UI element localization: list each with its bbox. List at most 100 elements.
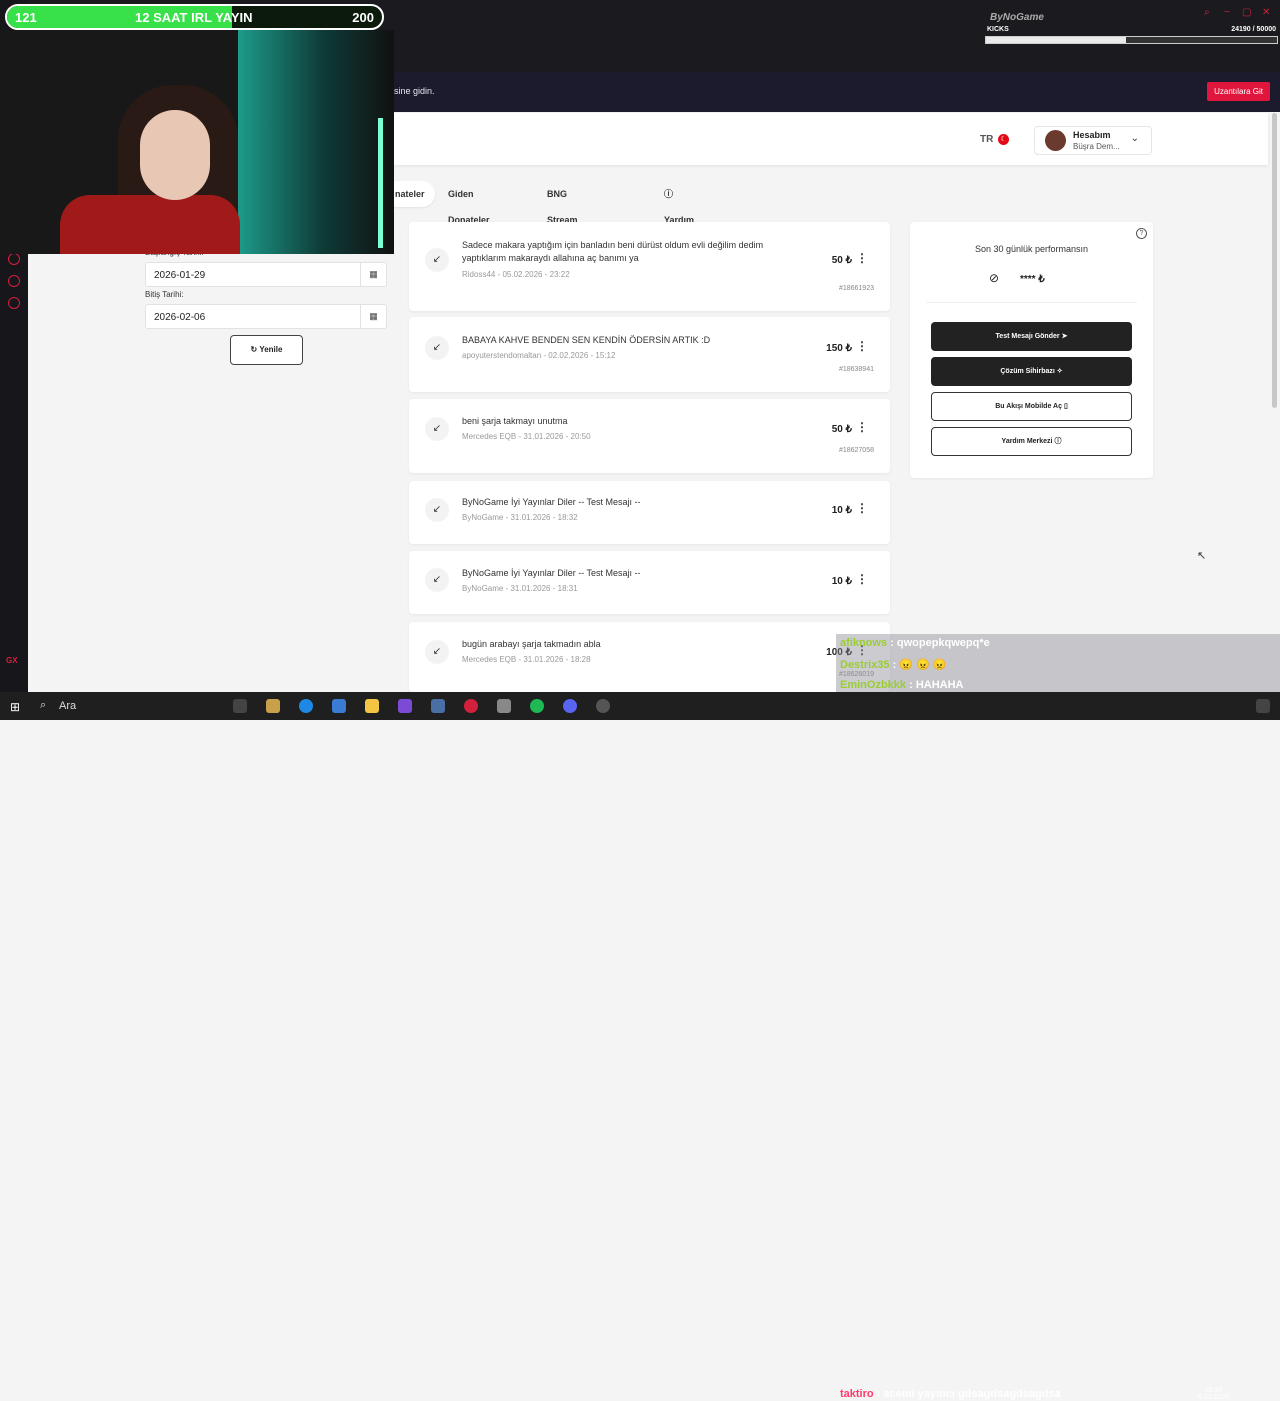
open-on-mobile-button[interactable]: Bu Akışı Mobilde Aç ▯ [931,392,1132,421]
account-menu[interactable]: Hesabım Büşra Dem... ⌄ [1034,126,1152,155]
clock-time: 02:30 [1204,1387,1223,1394]
performance-title: Son 30 günlük performansın [974,244,1089,254]
end-date-value: 2026-02-06 [154,312,206,323]
tab-outgoing-donations[interactable]: Giden Donateler [438,181,500,225]
more-options-icon[interactable]: ⋮ [856,420,868,434]
history-icon[interactable] [8,253,20,265]
tab-stream-settings[interactable]: BNG Stream Ayarları [537,181,590,251]
incoming-arrow-icon: ↙ [425,417,449,441]
obs-icon[interactable] [596,699,610,713]
help-icon[interactable]: ? [1136,228,1147,239]
kicks-bar [985,36,1278,44]
donation-card[interactable]: ↙ beni şarja takmayı unutma Mercedes EQB… [409,399,890,473]
calendar-icon[interactable]: ▦ [360,305,386,328]
settings-icon[interactable] [8,297,20,309]
help-circle-icon: ⓘ [664,189,674,199]
clock-date: 6.02.2026 [1198,1394,1230,1401]
taskbar: ⊞ ⌕ Ara taktiro : acemi yayıncı gdsagdsa… [0,692,1280,1401]
goal-title: 12 SAAT IRL YAYIN [135,10,253,25]
donation-card[interactable]: ↙ ByNoGame İyi Yayınlar Diler -- Test Me… [409,481,890,544]
brand-logo: ByNoGame [990,12,1044,23]
donation-message: bugün arabayı şarja takmadın abla [462,639,601,649]
gx-icon: GX [6,656,18,665]
hidden-earnings: **** ₺ [1020,274,1045,285]
button-label: Test Mesajı Gönder [995,333,1060,340]
eye-off-icon[interactable]: ⊘ [989,271,999,285]
app-icon[interactable] [431,699,445,713]
task-view-icon[interactable] [233,699,247,713]
incoming-arrow-icon: ↙ [425,336,449,360]
refresh-icon: ↻ [250,345,260,354]
mouse-cursor-icon: ↖ [1197,550,1207,562]
button-label: Bu Akışı Mobilde Aç [995,403,1062,410]
more-options-icon[interactable]: ⋮ [856,572,868,586]
notification-icon[interactable] [1256,699,1270,713]
windows-start-icon[interactable]: ⊞ [10,700,20,714]
folder-icon[interactable] [365,699,379,713]
donation-meta: apoyuterstendomaltan - 02.02.2026 - 15:1… [462,351,616,360]
app-icon[interactable] [497,699,511,713]
emote-icon: 😠 😠 😠 [899,659,947,671]
donation-amount: 10 ₺ [831,505,852,516]
donation-meta: ByNoGame - 31.01.2026 - 18:31 [462,584,578,593]
opera-gx-icon[interactable] [464,699,478,713]
streamer-coat [60,195,240,254]
minimize-icon[interactable]: − [1224,7,1230,18]
donation-id: #18627058 [838,447,874,454]
incoming-arrow-icon: ↙ [425,568,449,592]
page-scrollbar[interactable] [1272,113,1277,408]
chat-overlay: afiknows : qwopepkqwepq*e Destrix35 : 😠 … [836,634,1280,692]
tab-help-center[interactable]: ⓘ Yardım Merkezi [654,181,707,251]
donation-card[interactable]: ↙ ByNoGame İyi Yayınlar Diler -- Test Me… [409,551,890,614]
close-icon[interactable]: ✕ [1262,7,1270,18]
help-circle-icon: ⓘ [1054,438,1062,445]
tab-label: Giden Donateler [448,189,490,225]
discord-icon[interactable] [563,699,577,713]
donation-card[interactable]: ↙ Sadece makara yaptığım için banladın b… [409,222,890,311]
league-icon[interactable] [266,699,280,713]
system-clock[interactable]: 02:30 6.02.2026 [1198,1387,1229,1401]
donation-amount: 150 ₺ [826,343,852,354]
extensions-button[interactable]: Uzantılara Git [1207,82,1270,101]
account-title: Hesabım [1073,130,1111,140]
maximize-icon[interactable]: ▢ [1242,7,1251,18]
taskbar-search[interactable]: ⌕ Ara [38,692,224,720]
donation-meta: Mercedes EQB - 31.01.2026 - 18:28 [462,655,591,664]
refresh-label: Yenile [259,345,283,354]
webcam-feed [0,30,394,254]
kicks-label: KICKS [987,26,1009,33]
refresh-button[interactable]: ↻ Yenile [230,335,303,365]
send-test-message-button[interactable]: Test Mesajı Gönder ➤ [931,322,1132,351]
chat-icon[interactable] [8,275,20,287]
divider [926,302,1137,303]
office-icon[interactable] [398,699,412,713]
store-icon[interactable] [332,699,346,713]
solution-wizard-button[interactable]: Çözüm Sihirbazı ✧ [931,357,1132,386]
help-center-button[interactable]: Yardım Merkezi ⓘ [931,427,1132,456]
button-label: Çözüm Sihirbazı [1000,368,1055,375]
performance-panel: ? Son 30 günlük performansın ⊘ **** ₺ Te… [910,222,1153,478]
edge-icon[interactable] [299,699,313,713]
spotify-icon[interactable] [530,699,544,713]
more-options-icon[interactable]: ⋮ [856,501,868,515]
donation-amount: 50 ₺ [831,424,852,435]
stream-goal-bar: 121 12 SAAT IRL YAYIN 200 [5,4,384,30]
donation-amount: 50 ₺ [831,255,852,266]
donation-id: #18638941 [838,366,874,373]
more-options-icon[interactable]: ⋮ [856,251,868,265]
streamer-face [140,110,210,200]
donation-card[interactable]: ↙ BABAYA KAHVE BENDEN SEN KENDİN ÖDERSİN… [409,317,890,392]
end-date-field[interactable]: 2026-02-06 ▦ [145,304,387,329]
language-selector[interactable]: TR [980,134,993,145]
incoming-arrow-icon: ↙ [425,248,449,272]
taskbar-chat-message: taktiro : acemi yayıncı gdsagdsagdsagdsa [840,1388,1061,1400]
start-date-field[interactable]: 2026-01-29 ▦ [145,262,387,287]
donation-card[interactable]: ↙ bugün arabayı şarja takmadın abla Merc… [409,622,890,692]
donation-message: ByNoGame İyi Yayınlar Diler -- Test Mesa… [462,497,641,507]
search-icon[interactable]: ⌕ [1204,7,1210,18]
button-label: Yardım Merkezi [1001,438,1053,445]
more-options-icon[interactable]: ⋮ [856,339,868,353]
calendar-icon[interactable]: ▦ [360,263,386,286]
webcam-background [238,30,394,254]
neon-light [378,118,383,248]
